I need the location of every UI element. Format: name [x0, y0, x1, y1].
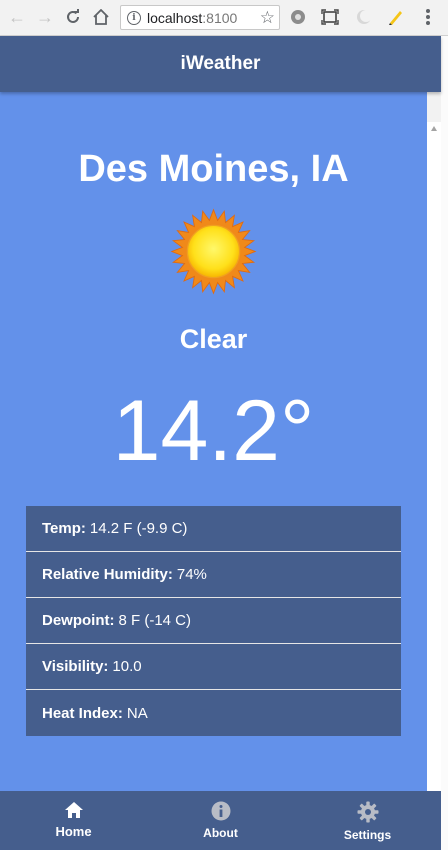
detail-value: 14.2 F (-9.9 C) [89, 520, 188, 537]
detail-label: Dewpoint: [42, 612, 115, 629]
weather-content: Des Moines, IA Clear 14.2° Temp: 14.2 F … [0, 92, 427, 791]
info-icon [211, 801, 230, 821]
detail-value: 74% [176, 566, 207, 583]
list-item: Dewpoint: 8 F (-14 C) [26, 598, 401, 644]
forward-arrow-icon[interactable]: → [34, 6, 56, 28]
list-item: Temp: 14.2 F (-9.9 C) [26, 506, 401, 552]
detail-value: 8 F (-14 C) [118, 612, 192, 629]
list-item: Visibility: 10.0 [26, 644, 401, 690]
scrollbar[interactable] [427, 122, 441, 791]
extension-screenshot-icon[interactable] [320, 7, 340, 27]
extension-pencil-icon[interactable] [386, 7, 406, 27]
app-title: iWeather [180, 53, 261, 74]
list-item: Relative Humidity: 74% [26, 552, 401, 598]
extension-moon-icon[interactable] [354, 7, 374, 27]
list-item: Heat Index: NA [26, 690, 401, 736]
gear-icon [357, 801, 378, 823]
weather-details-list: Temp: 14.2 F (-9.9 C) Relative Humidity:… [26, 506, 401, 736]
url-port: :8100 [202, 9, 238, 26]
tab-about[interactable]: About [147, 791, 294, 850]
detail-value: 10.0 [112, 658, 142, 675]
browser-menu-icon[interactable] [418, 7, 438, 27]
tab-home[interactable]: Home [0, 791, 147, 850]
extension-gear-icon[interactable] [288, 7, 308, 27]
detail-label: Visibility: [42, 658, 109, 675]
detail-label: Heat Index: [42, 704, 123, 722]
url-host: localhost [147, 9, 203, 26]
browser-toolbar: ← → i localhost:8100 ☆ [0, 0, 448, 36]
sun-icon [170, 208, 257, 295]
weather-condition: Clear [179, 324, 248, 354]
home-icon [64, 802, 83, 818]
detail-label: Relative Humidity: [42, 566, 173, 583]
city-name: Des Moines, IA [78, 148, 349, 190]
window-edge [441, 36, 448, 850]
tab-label: About [203, 826, 238, 840]
home-browser-icon[interactable] [90, 6, 112, 28]
scroll-up-arrow-icon[interactable] [431, 126, 437, 131]
tab-label: Home [55, 824, 92, 839]
detail-label: Temp: [42, 520, 86, 537]
reload-icon[interactable] [62, 6, 84, 28]
address-bar[interactable]: i localhost:8100 ☆ [120, 5, 280, 30]
temperature-display: 14.2° [112, 383, 315, 479]
tab-settings[interactable]: Settings [294, 791, 441, 850]
app-header: iWeather [0, 36, 441, 92]
bottom-tab-bar: Home About Settings [0, 791, 441, 850]
back-arrow-icon[interactable]: ← [6, 6, 28, 28]
bookmark-star-icon[interactable]: ☆ [260, 8, 275, 28]
tab-label: Settings [343, 828, 392, 842]
detail-value: NA [126, 704, 148, 722]
site-info-icon[interactable]: i [127, 10, 141, 25]
